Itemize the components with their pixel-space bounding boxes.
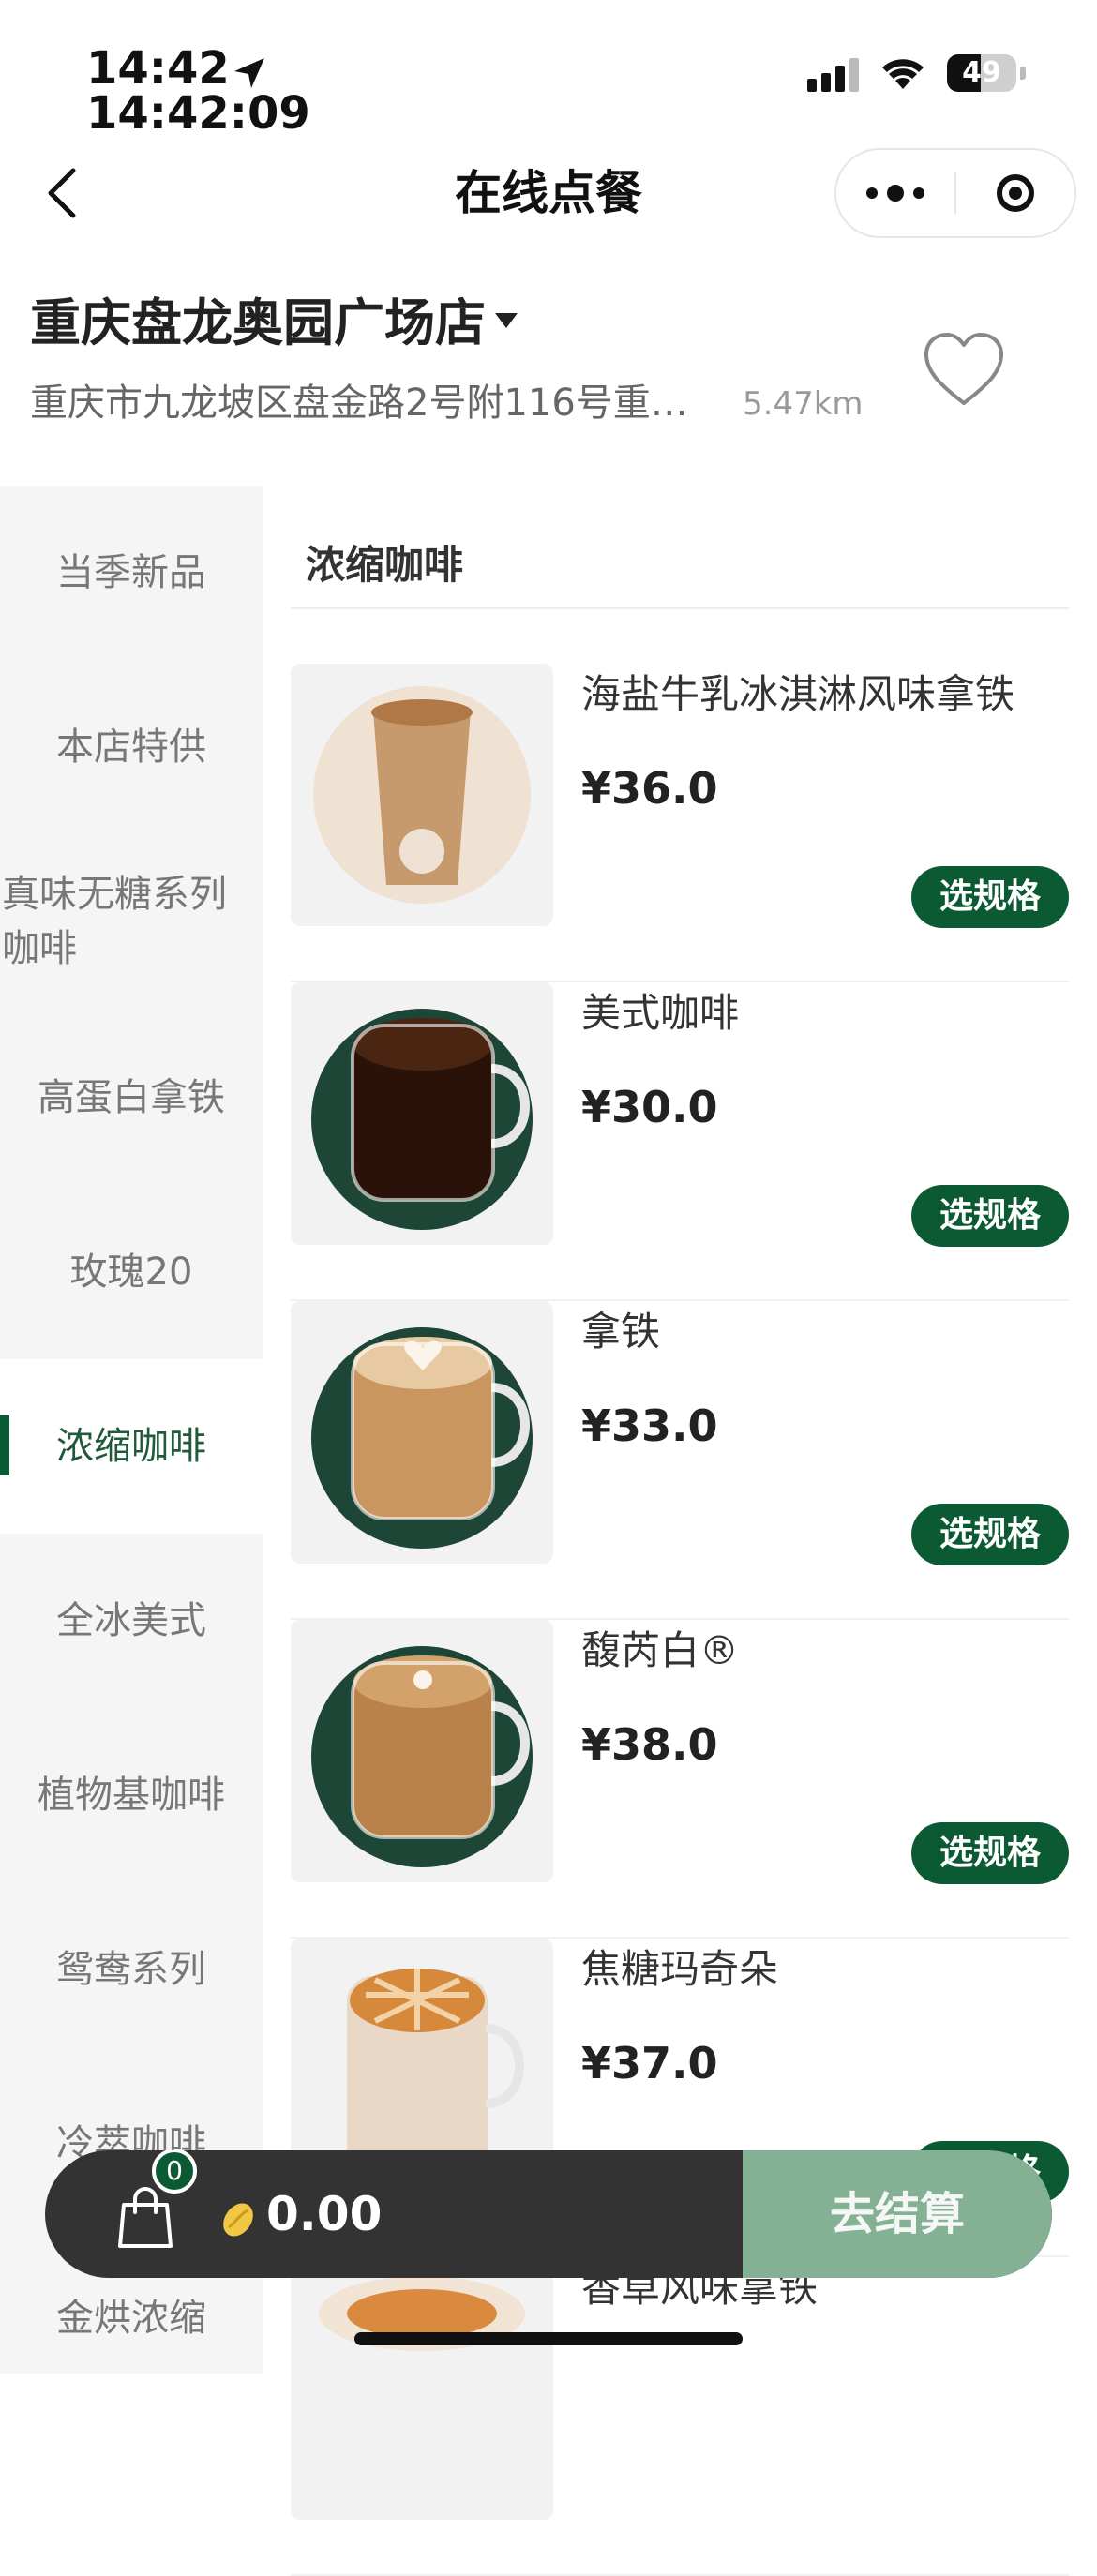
battery-cap <box>1020 67 1026 80</box>
more-icon[interactable] <box>836 150 954 236</box>
checkout-button[interactable]: 去结算 <box>743 2150 1052 2278</box>
cart-count-badge: 0 <box>152 2150 197 2194</box>
product-price: ¥33.0 <box>581 1400 718 1451</box>
store-address: 重庆市九龙坡区盘金路2号附116号重… <box>30 382 688 425</box>
shopping-bag-icon[interactable] <box>116 2184 174 2250</box>
sidebar-category-label: 玫瑰20 <box>69 1251 193 1294</box>
sidebar-category-item[interactable]: 鸳鸯系列 <box>0 1882 263 2057</box>
sidebar-category-label: 鸳鸯系列 <box>56 1948 206 1991</box>
product-name: 海盐牛乳冰淇淋风味拿铁 <box>581 671 1015 717</box>
section-divider <box>291 607 1069 609</box>
close-miniprogram-icon[interactable] <box>956 150 1074 236</box>
sidebar-category-item[interactable]: 本店特供 <box>0 660 263 834</box>
sidebar-category-label: 植物基咖啡 <box>38 1774 225 1817</box>
location-arrow-icon <box>234 58 264 88</box>
product-name: 馥芮白® <box>581 1627 740 1673</box>
cart-bar: 0 0.00 去结算 <box>45 2150 1052 2278</box>
sidebar-category-label: 高蛋白拿铁 <box>38 1076 225 1119</box>
status-time-seconds: 14:42:09 <box>86 87 310 140</box>
product-image[interactable] <box>291 1301 553 1564</box>
select-spec-button[interactable]: 选规格 <box>911 1504 1069 1565</box>
product-name: 美式咖啡 <box>581 990 740 1036</box>
product-name: 焦糖玛奇朵 <box>581 1946 779 1992</box>
product-price: ¥30.0 <box>581 1082 718 1132</box>
product-item[interactable]: 馥芮白® ¥38.0 选规格 <box>291 1620 1069 1939</box>
sidebar-category-item[interactable]: 当季新品 <box>0 486 263 660</box>
product-item[interactable]: 香草风味拿铁 <box>291 2257 1069 2576</box>
store-distance: 5.47km <box>743 385 864 423</box>
product-image[interactable] <box>291 982 553 1245</box>
caret-down-icon[interactable] <box>495 313 518 328</box>
product-image[interactable] <box>291 664 553 926</box>
sidebar-category-label: 真味无糖系列 咖啡 <box>2 873 227 970</box>
product-price: ¥37.0 <box>581 2038 718 2089</box>
product-name: 拿铁 <box>581 1309 661 1355</box>
product-image[interactable] <box>291 1620 553 1882</box>
select-spec-button[interactable]: 选规格 <box>911 1822 1069 1884</box>
product-image[interactable] <box>291 2257 553 2520</box>
section-title: 浓缩咖啡 <box>306 542 464 588</box>
category-sidebar: 当季新品本店特供真味无糖系列 咖啡高蛋白拿铁玫瑰20 浓缩咖啡全冰美式植物基咖啡鸳… <box>0 486 263 2374</box>
sidebar-category-label: 当季新品 <box>56 551 206 594</box>
sidebar-category-item[interactable]: 植物基咖啡 <box>0 1708 263 1882</box>
wifi-icon <box>882 59 924 89</box>
sidebar-category-label: 全冰美式 <box>56 1599 206 1642</box>
select-spec-button[interactable]: 选规格 <box>911 1185 1069 1247</box>
cellular-signal-icon <box>807 54 859 92</box>
product-price: ¥38.0 <box>581 1719 718 1770</box>
sidebar-category-item[interactable]: 浓缩咖啡 <box>0 1359 263 1534</box>
coffee-bean-icon <box>223 2203 253 2237</box>
battery-level: 49 <box>962 56 1001 89</box>
sidebar-category-label: 本店特供 <box>56 726 206 769</box>
store-name[interactable]: 重庆盘龙奥园广场店 <box>30 291 486 356</box>
favorite-heart-icon[interactable] <box>921 330 1007 409</box>
sidebar-category-item[interactable]: 高蛋白拿铁 <box>0 1011 263 1185</box>
sidebar-category-item[interactable]: 玫瑰20 <box>0 1185 263 1359</box>
sidebar-category-label: 浓缩咖啡 <box>56 1425 206 1468</box>
select-spec-button[interactable]: 选规格 <box>911 866 1069 928</box>
product-item[interactable]: 拿铁 ¥33.0 选规格 <box>291 1301 1069 1620</box>
sidebar-category-label: 金烘浓缩 <box>56 2297 206 2340</box>
status-time: 14:42 <box>86 42 230 95</box>
sidebar-category-item[interactable]: 全冰美式 <box>0 1534 263 1708</box>
product-item[interactable]: 海盐牛乳冰淇淋风味拿铁 ¥36.0 选规格 <box>291 664 1069 982</box>
product-item[interactable]: 美式咖啡 ¥30.0 选规格 <box>291 982 1069 1301</box>
cart-total: 0.00 <box>266 2187 383 2241</box>
sidebar-category-item[interactable]: 真味无糖系列 咖啡 <box>0 834 263 1009</box>
battery-icon: 49 <box>947 54 1016 92</box>
status-icons: 49 <box>807 52 1026 94</box>
miniprogram-capsule <box>834 148 1076 238</box>
home-indicator <box>354 2332 743 2345</box>
product-price: ¥36.0 <box>581 763 718 814</box>
